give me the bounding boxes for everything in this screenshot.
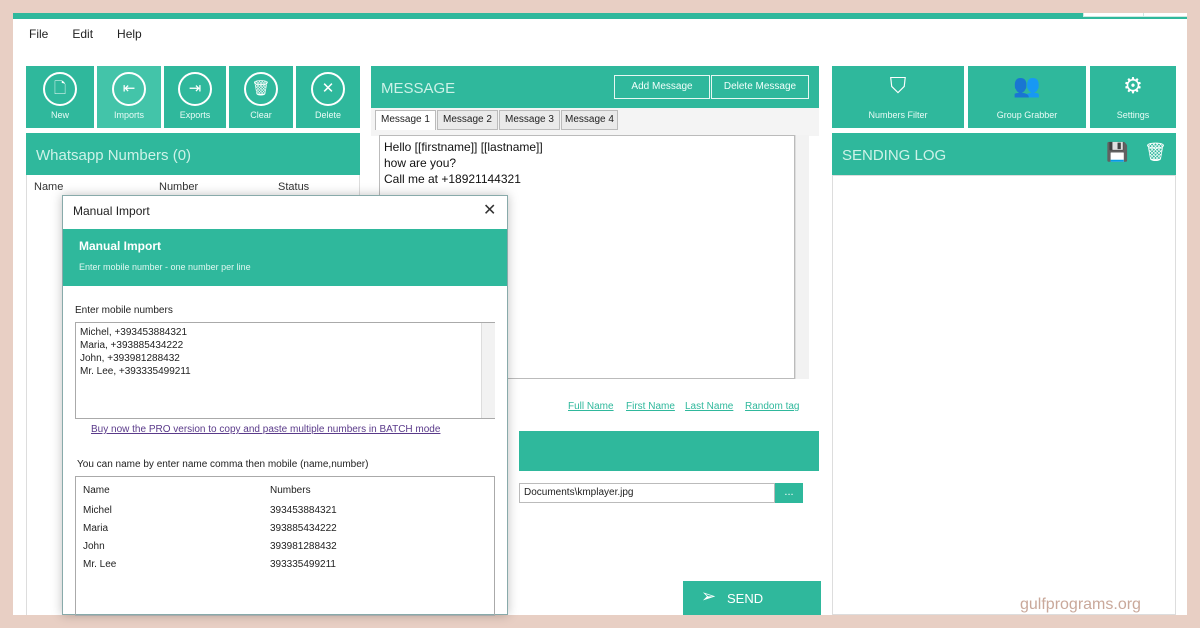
numbers-panel-title: Whatsapp Numbers (0)	[36, 147, 192, 164]
browse-button[interactable]: ...	[775, 483, 803, 503]
group-icon: 👥	[1013, 73, 1041, 98]
filter-icon: ⛉	[889, 73, 907, 98]
trash-icon: 🗑	[244, 72, 278, 106]
export-icon: ⇥	[178, 72, 212, 106]
delete-label: Delete	[314, 110, 341, 120]
last-name-link[interactable]: Last Name	[685, 401, 733, 412]
random-tag-link[interactable]: Random tag	[745, 401, 799, 412]
delete-button[interactable]: ✕ Delete	[296, 66, 360, 128]
exports-label: Exports	[179, 110, 211, 120]
attachment-panel-header	[519, 431, 819, 471]
minimize-button[interactable]	[1083, 13, 1145, 17]
gear-icon: ⚙	[1123, 73, 1143, 98]
menu-edit[interactable]: Edit	[56, 21, 101, 41]
table-cell-name: Maria	[83, 523, 109, 534]
col-number: Number	[159, 181, 199, 193]
message-line: Call me at +18921144321	[384, 172, 521, 186]
menu-bar: File Edit Help	[13, 21, 1187, 45]
attachment-path-field[interactable]: Documents\kmplayer.jpg	[519, 483, 775, 503]
message-line: Hello [[firstname]] [[lastname]]	[384, 140, 543, 154]
group-grabber-button[interactable]: 👥 Group Grabber	[968, 66, 1086, 128]
dialog-header: Manual Import Enter mobile number - one …	[63, 229, 507, 286]
imports-button[interactable]: ⇤ Imports	[97, 66, 161, 128]
settings-button[interactable]: ⚙ Settings	[1090, 66, 1176, 128]
send-button[interactable]: ➢ SEND	[683, 581, 821, 615]
import-icon: ⇤	[112, 72, 146, 106]
message-line: how are you?	[384, 156, 457, 170]
numbers-filter-button[interactable]: ⛉ Numbers Filter	[832, 66, 964, 128]
imports-label: Imports	[113, 110, 144, 120]
table-cell-name: John	[83, 541, 105, 552]
add-message-button[interactable]: Add Message	[614, 75, 710, 99]
input-line: Maria, +393885434222	[80, 340, 184, 351]
group-grabber-label: Group Grabber	[996, 110, 1058, 120]
save-icon[interactable]: 💾	[1106, 142, 1128, 163]
tab-message-2[interactable]: Message 2	[437, 110, 498, 130]
table-cell-number: 393885434222	[270, 523, 337, 534]
exports-button[interactable]: ⇥ Exports	[164, 66, 226, 128]
tab-message-1[interactable]: Message 1	[375, 110, 436, 130]
new-label: New	[50, 110, 69, 120]
pro-version-link[interactable]: Buy now the PRO version to copy and past…	[91, 424, 440, 435]
first-name-link[interactable]: First Name	[626, 401, 675, 412]
sending-log-area	[832, 175, 1176, 615]
table-cell-number: 393453884321	[270, 505, 337, 516]
manual-import-dialog: Manual Import ✕ Manual Import Enter mobi…	[62, 195, 508, 616]
input-line: Michel, +393453884321	[80, 327, 188, 338]
textarea-scrollbar[interactable]	[481, 323, 495, 418]
input-line: Mr. Lee, +393335499211	[80, 366, 191, 377]
new-button[interactable]: 🗋 New	[26, 66, 94, 128]
new-file-icon: 🗋	[43, 72, 77, 106]
dialog-header-title: Manual Import	[79, 239, 162, 253]
settings-label: Settings	[1116, 110, 1150, 120]
table-cell-name: Michel	[83, 505, 112, 516]
delete-message-button[interactable]: Delete Message	[711, 75, 809, 99]
send-label: SEND	[727, 591, 764, 606]
clear-button[interactable]: 🗑 Clear	[229, 66, 293, 128]
close-icon: ✕	[311, 72, 345, 106]
input-line: John, +393981288432	[80, 353, 180, 364]
menu-file[interactable]: File	[13, 21, 56, 41]
tab-message-4[interactable]: Message 4	[561, 110, 618, 130]
message-scrollbar[interactable]	[795, 135, 809, 379]
maximize-button[interactable]	[1143, 13, 1187, 17]
watermark: gulfprograms.org	[1020, 596, 1141, 613]
full-name-link[interactable]: Full Name	[568, 401, 614, 412]
numbers-panel-header: Whatsapp Numbers (0)	[26, 133, 360, 175]
name-hint: You can name by enter name comma then mo…	[77, 459, 369, 470]
tab-message-3[interactable]: Message 3	[499, 110, 560, 130]
title-strip	[13, 13, 1187, 19]
menu-help[interactable]: Help	[101, 21, 150, 41]
dialog-header-subtitle: Enter mobile number - one number per lin…	[79, 262, 251, 272]
table-cell-name: Mr. Lee	[83, 559, 117, 570]
col-name: Name	[34, 181, 64, 193]
col-status: Status	[278, 181, 310, 193]
dialog-close-icon[interactable]: ✕	[483, 200, 496, 220]
clear-label: Clear	[250, 110, 272, 120]
col-name: Name	[83, 485, 110, 496]
input-label: Enter mobile numbers	[75, 305, 173, 316]
mobile-numbers-textarea[interactable]: Michel, +393453884321 Maria, +3938854342…	[75, 322, 495, 419]
table-cell-number: 393981288432	[270, 541, 337, 552]
table-cell-number: 393335499211	[270, 559, 336, 570]
log-panel-header: SENDING LOG 💾 🗑	[832, 133, 1176, 175]
numbers-filter-label: Numbers Filter	[868, 110, 928, 120]
dialog-title: Manual Import	[73, 204, 150, 218]
col-numbers: Numbers	[270, 485, 311, 496]
trash-icon[interactable]: 🗑	[1144, 142, 1167, 163]
send-icon: ➢	[701, 586, 717, 606]
parsed-numbers-table: Name Numbers Michel 393453884321 Maria 3…	[75, 476, 495, 616]
